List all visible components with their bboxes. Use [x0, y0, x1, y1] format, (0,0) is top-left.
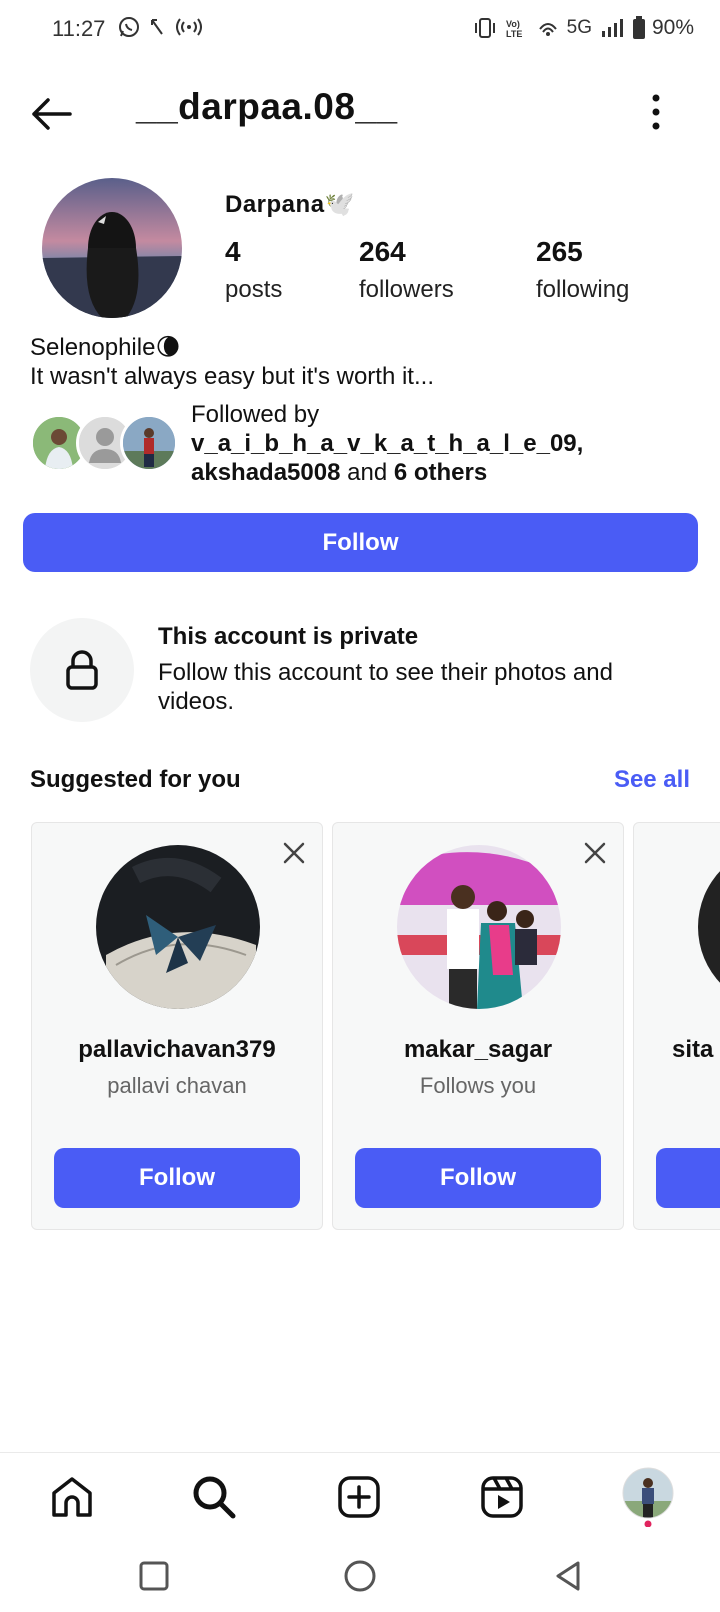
status-bar: 11:27 Vo) LTE 5G 90% — [0, 0, 720, 60]
private-lock-badge — [30, 618, 134, 722]
suggestion-follow-button[interactable] — [656, 1148, 720, 1208]
followers-label: followers — [359, 276, 454, 303]
moon-emoji: 🌘 — [155, 334, 181, 361]
battery-percentage: 90% — [651, 16, 694, 39]
suggestion-avatar[interactable] — [96, 845, 260, 1009]
dismiss-suggestion-icon[interactable] — [282, 841, 306, 865]
profile-display-name: Darpana🕊️ — [225, 191, 355, 218]
suggestion-card[interactable]: pallavichavan379 pallavi chavan Follow — [31, 822, 323, 1230]
posts-count: 4 — [225, 236, 241, 267]
suggestion-card[interactable]: sita — [633, 822, 720, 1230]
svg-text:Vo): Vo) — [506, 19, 520, 29]
reels-icon[interactable] — [478, 1473, 526, 1521]
profile-username: __darpaa.08__ — [136, 86, 398, 127]
dove-emoji: 🕊️ — [324, 191, 355, 218]
signal-icon — [602, 19, 623, 37]
svg-text:LTE: LTE — [506, 29, 522, 39]
search-icon[interactable] — [190, 1473, 238, 1521]
private-account-title: This account is private — [158, 623, 419, 650]
posts-stat[interactable]: 4 posts — [225, 236, 282, 304]
mutual-others-count: 6 others — [393, 459, 488, 486]
suggestion-follow-button[interactable]: Follow — [54, 1148, 300, 1208]
notification-dot — [644, 1520, 652, 1528]
volte-icon: Vo)LTE — [506, 19, 522, 39]
home-icon[interactable] — [48, 1473, 96, 1521]
profile-tab-avatar[interactable] — [622, 1467, 674, 1528]
suggestion-follow-button[interactable]: Follow — [355, 1148, 601, 1208]
posts-label: posts — [225, 276, 283, 303]
status-time: 11:27 — [52, 16, 106, 41]
bio-line-1: Selenophile🌘 — [30, 334, 181, 361]
system-nav-bar — [0, 1540, 720, 1612]
home-button-icon[interactable] — [342, 1558, 378, 1594]
following-count: 265 — [536, 236, 583, 267]
battery-icon — [633, 16, 645, 39]
profile-header: __darpaa.08__ — [0, 80, 720, 150]
more-options-icon[interactable] — [650, 94, 662, 130]
bio-line-2: It wasn't always easy but it's worth it.… — [30, 363, 434, 390]
wifi-calling-icon — [538, 23, 557, 36]
profile-avatar[interactable] — [42, 178, 182, 318]
back-button-icon[interactable] — [550, 1558, 586, 1594]
network-type: 5G — [566, 17, 592, 38]
suggestion-username[interactable]: pallavichavan379 — [32, 1036, 322, 1064]
mutual-user-2: akshada5008 — [191, 459, 341, 486]
recent-apps-icon[interactable] — [136, 1558, 172, 1594]
suggestion-avatar[interactable] — [698, 845, 720, 1009]
back-arrow-icon[interactable] — [26, 92, 78, 136]
mutual-avatar-3 — [120, 414, 178, 472]
bottom-nav-bar — [0, 1452, 720, 1540]
create-post-icon[interactable] — [335, 1473, 383, 1521]
following-stat[interactable]: 265 following — [536, 236, 629, 304]
suggestion-username[interactable]: makar_sagar — [333, 1036, 623, 1064]
suggestion-username[interactable]: sita — [672, 1036, 720, 1064]
followers-count: 264 — [359, 236, 406, 267]
suggestion-subtitle: pallavi chavan — [107, 1073, 247, 1098]
see-all-link[interactable]: See all — [614, 766, 690, 794]
hotspot-icon — [176, 18, 202, 36]
status-right-icons: Vo) LTE 5G — [473, 16, 646, 40]
followed-by-text[interactable]: Followed by v_a_i_b_h_a_v_k_a_t_h_a_l_e_… — [191, 400, 583, 487]
status-left-icons — [118, 16, 202, 38]
lock-icon — [66, 650, 98, 690]
private-account-description: Follow this account to see their photos … — [158, 659, 613, 715]
suggestion-subtitle: Follows you — [419, 1073, 537, 1098]
followers-stat[interactable]: 264 followers — [359, 236, 454, 304]
suggestion-card[interactable]: makar_sagar Follows you Follow — [332, 822, 624, 1230]
mutual-followers-avatars[interactable] — [30, 414, 180, 474]
mutual-user-1: v_a_i_b_h_a_v_k_a_t_h_a_l_e_09 — [191, 430, 577, 457]
whatsapp-icon — [119, 17, 139, 37]
suggestion-avatar[interactable] — [397, 845, 561, 1009]
missed-call-icon — [151, 19, 163, 35]
suggested-title: Suggested for you — [30, 766, 241, 793]
dismiss-suggestion-icon[interactable] — [583, 841, 607, 865]
vibrate-icon — [474, 18, 495, 38]
following-label: following — [536, 276, 630, 303]
follow-button[interactable]: Follow — [23, 513, 698, 572]
